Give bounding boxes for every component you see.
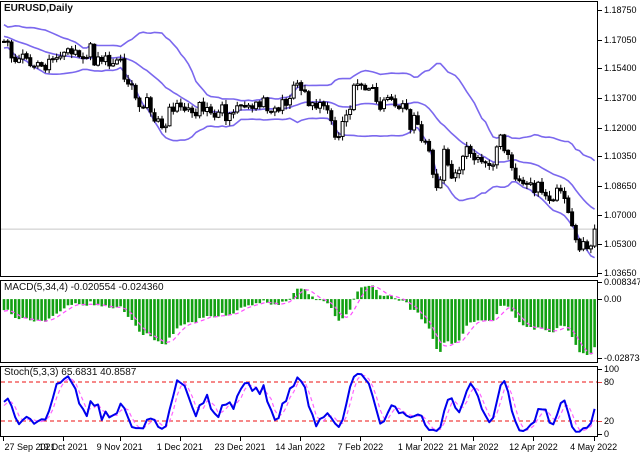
time-axis-tick xyxy=(300,437,301,441)
candlestick-chart[interactable] xyxy=(1,2,597,276)
date-label: 9 Nov 2021 xyxy=(97,442,143,452)
axis-tick xyxy=(598,10,602,11)
axis-tick xyxy=(598,434,602,435)
price-axis-label: 1.07000 xyxy=(604,210,637,221)
date-label: 21 Mar 2022 xyxy=(448,442,499,452)
price-axis-label: 1.12000 xyxy=(604,123,637,134)
date-label: 1 Dec 2021 xyxy=(157,442,203,452)
axis-tick xyxy=(598,128,602,129)
time-axis[interactable]: 27 Sep 202119 Oct 20219 Nov 20211 Dec 20… xyxy=(0,437,640,457)
date-label: 7 Feb 2022 xyxy=(338,442,384,452)
axis-tick xyxy=(598,68,602,69)
time-axis-tick xyxy=(240,437,241,441)
time-axis-tick xyxy=(594,437,595,441)
time-axis-tick xyxy=(180,437,181,441)
time-axis-tick xyxy=(533,437,534,441)
axis-tick xyxy=(598,382,602,383)
axis-tick xyxy=(598,244,602,245)
macd-histogram[interactable] xyxy=(1,281,597,362)
price-axis-label: 1.05300 xyxy=(604,239,637,250)
price-axis[interactable]: 1.06171 1.187501.170501.154001.137001.12… xyxy=(598,0,640,457)
axis-tick xyxy=(598,98,602,99)
chart-window: EURUSD,Daily MACD(5,34,4) -0.020554 -0.0… xyxy=(0,0,640,457)
axis-tick xyxy=(598,369,602,370)
axis-tick xyxy=(598,282,602,283)
date-label: 1 Mar 2022 xyxy=(398,442,444,452)
macd-axis-label: 0.008347 xyxy=(604,277,640,288)
price-axis-label: 1.10350 xyxy=(604,151,637,162)
macd-indicator-label: MACD(5,34,4) -0.020554 -0.024360 xyxy=(4,282,164,293)
price-axis-label: 1.15400 xyxy=(604,63,637,74)
axis-tick xyxy=(598,215,602,216)
axis-tick xyxy=(598,421,602,422)
price-axis-label: 1.08650 xyxy=(604,181,637,192)
stoch-axis-label: 100 xyxy=(604,364,619,375)
time-axis-tick xyxy=(421,437,422,441)
axis-tick xyxy=(598,273,602,274)
axis-tick xyxy=(598,186,602,187)
time-axis-tick xyxy=(473,437,474,441)
date-label: 12 Apr 2022 xyxy=(509,442,558,452)
stoch-indicator-label: Stoch(5,3,3) 65.6831 40.8587 xyxy=(4,367,136,378)
macd-axis-label: 0.00 xyxy=(604,294,622,305)
time-axis-tick xyxy=(120,437,121,441)
time-axis-tick xyxy=(360,437,361,441)
stoch-axis-label: 80 xyxy=(604,377,614,388)
axis-tick xyxy=(598,156,602,157)
axis-tick xyxy=(598,299,602,300)
date-label: 4 May 2022 xyxy=(570,442,617,452)
date-label: 23 Dec 2021 xyxy=(214,442,265,452)
macd-axis-label: -0.028734 xyxy=(604,353,640,364)
price-axis-label: 1.17050 xyxy=(604,35,637,46)
symbol-timeframe-label: EURUSD,Daily xyxy=(4,3,73,14)
time-axis-tick xyxy=(63,437,64,441)
time-axis-tick xyxy=(3,437,4,441)
price-axis-label: 1.18750 xyxy=(604,5,637,16)
date-label: 19 Oct 2021 xyxy=(39,442,88,452)
axis-tick xyxy=(598,40,602,41)
stoch-axis-label: 20 xyxy=(604,416,614,427)
price-axis-label: 1.13700 xyxy=(604,93,637,104)
axis-tick xyxy=(598,358,602,359)
date-label: 14 Jan 2022 xyxy=(275,442,325,452)
price-chart-panel[interactable] xyxy=(0,1,598,277)
